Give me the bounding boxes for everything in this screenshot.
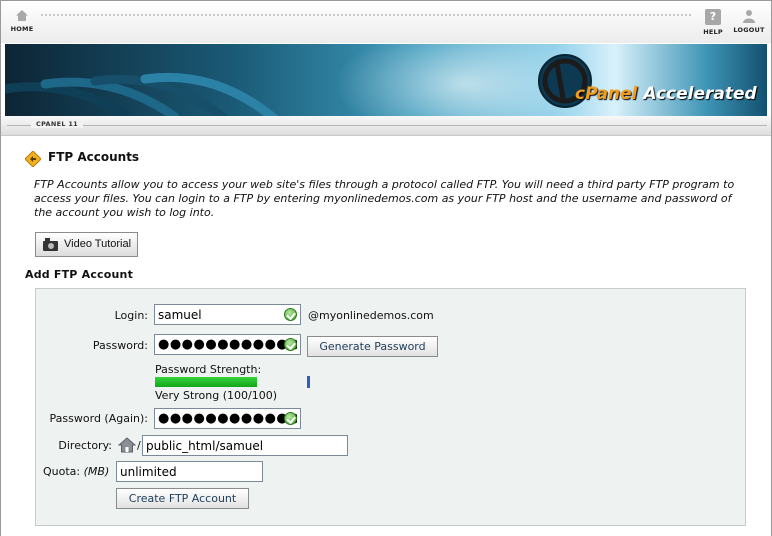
logo-cpanel: cPanel [575,84,638,104]
help-icon: ? [705,9,721,25]
logout-link[interactable]: LOGOUT [732,9,766,34]
password-again-label: Password (Again): [49,412,148,425]
header-banner: cPanel Accelerated [5,44,767,116]
password-again-input[interactable] [154,408,301,429]
password-valid-icon [284,338,297,351]
quota-unit: (MB) [83,465,110,478]
generate-password-button[interactable]: Generate Password [307,336,438,357]
password-label: Password: [92,339,148,352]
logout-icon [743,10,755,23]
login-input[interactable] [154,304,301,325]
video-tutorial-button[interactable]: Video Tutorial [35,232,138,257]
home-link[interactable]: HOME [9,9,35,33]
network-cables-graphic [5,72,279,116]
home-label: HOME [10,25,34,33]
directory-input[interactable] [142,435,348,456]
logo-accelerated: Accelerated [643,84,757,104]
quota-label: Quota: [43,465,81,478]
quota-label-group: Quota: (MB) [43,465,113,478]
cpanel-logo-text: cPanel Accelerated [575,84,757,104]
breadcrumb-line [7,125,767,126]
home-directory-icon [118,437,136,453]
home-icon [16,10,28,21]
password-again-valid-icon [284,412,297,425]
password-strength-marker [307,376,310,388]
top-bar-divider [41,14,691,16]
password-strength-fill [155,377,257,387]
video-tutorial-label: Video Tutorial [64,238,132,250]
quota-input[interactable] [116,461,263,482]
help-label: HELP [703,28,723,36]
camera-icon [43,238,58,251]
password-strength-text: Very Strong (100/100) [155,389,278,402]
logout-label: LOGOUT [733,26,765,34]
directory-label: Directory: [58,439,112,452]
top-bar: HOME ? HELP LOGOUT [1,1,771,43]
ftp-accounts-icon [25,151,41,167]
help-link[interactable]: ? HELP [701,9,725,36]
directory-slash: / [137,439,141,452]
breadcrumb-strip: CPANEL 11 [1,116,771,136]
password-strength-bar [155,377,257,387]
breadcrumb[interactable]: CPANEL 11 [31,120,83,128]
page-description: FTP Accounts allow you to access your we… [34,178,735,219]
section-title: Add FTP Account [25,268,134,281]
password-strength-label: Password Strength: [155,363,262,376]
login-valid-icon [284,308,297,321]
create-ftp-account-button[interactable]: Create FTP Account [116,488,249,509]
password-input[interactable] [154,334,301,355]
domain-suffix: @myonlinedemos.com [308,309,434,322]
login-label: Login: [114,309,148,322]
page-title: FTP Accounts [48,150,140,164]
